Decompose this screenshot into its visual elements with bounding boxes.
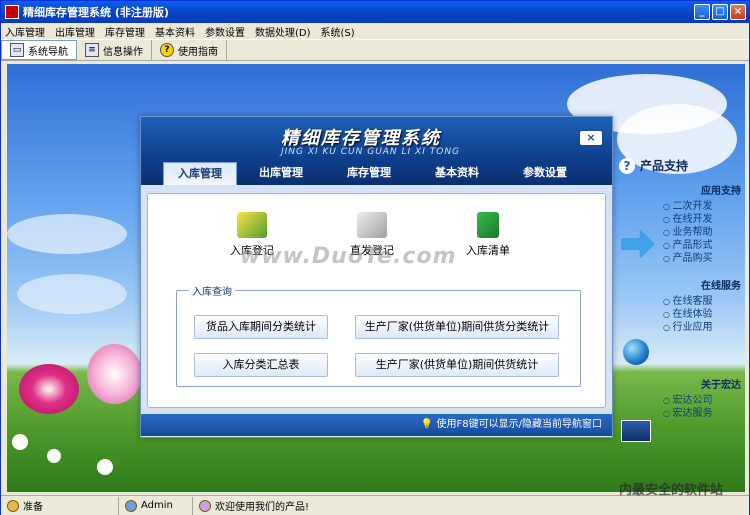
supplier-period-category-stats-button[interactable]: 生产厂家(供货单位)期间供货分类统计 xyxy=(355,315,559,339)
dialog-footer: 💡 使用F8键可以显示/隐藏当前导航窗口 xyxy=(141,414,612,436)
menu-basic-data[interactable]: 基本资料 xyxy=(155,24,195,39)
document-icon: ≡ xyxy=(85,43,99,57)
app-window: 精细库存管理系统 (非注册版) _ □ × 入库管理 出库管理 库存管理 基本资… xyxy=(0,0,750,515)
section-about: 关于宏达 xyxy=(701,380,741,391)
link-company[interactable]: 宏达公司 xyxy=(619,394,745,407)
menu-outbound[interactable]: 出库管理 xyxy=(55,24,95,39)
system-nav-label: 系统导航 xyxy=(28,46,68,58)
desktop-area: 精细库存管理系统 JING XI KU CUN GUAN LI XI TONG … xyxy=(7,64,745,492)
menu-parameters[interactable]: 参数设置 xyxy=(205,24,245,39)
maximize-button[interactable]: □ xyxy=(712,4,728,20)
dialog-header: 精细库存管理系统 JING XI KU CUN GUAN LI XI TONG … xyxy=(141,117,612,185)
status-user: Admin xyxy=(141,500,173,511)
link-industry-apps[interactable]: 行业应用 xyxy=(619,321,745,334)
user-guide-label: 使用指南 xyxy=(178,46,218,58)
lightbulb-icon: 💡 xyxy=(420,419,434,430)
brand-watermark: 内最安全的软件站 xyxy=(619,483,724,498)
status-message: 欢迎使用我们的产品! xyxy=(215,502,310,513)
user-icon xyxy=(125,499,137,512)
dialog-close-button[interactable]: × xyxy=(580,131,602,145)
inbound-list-label: 入库清单 xyxy=(466,244,510,257)
status-state: 准备 xyxy=(23,502,43,513)
inbound-query-group: 入库查询 货品入库期间分类统计 生产厂家(供货单位)期间供货分类统计 入库分类汇… xyxy=(176,283,581,387)
menu-inbound[interactable]: 入库管理 xyxy=(5,24,45,39)
status-message-panel: 欢迎使用我们的产品! xyxy=(193,497,315,515)
title-bar[interactable]: 精细库存管理系统 (非注册版) _ □ × xyxy=(1,1,749,23)
toolbar: ▭ 系统导航 ≡ 信息操作 ? 使用指南 xyxy=(1,39,749,61)
site-watermark: www.DuoTe.com xyxy=(240,244,457,269)
user-guide-button[interactable]: ? 使用指南 xyxy=(152,40,227,60)
laptop-icon xyxy=(621,420,651,442)
dialog-footer-text: 使用F8键可以显示/隐藏当前导航窗口 xyxy=(436,419,602,430)
info-ops-button[interactable]: ≡ 信息操作 xyxy=(77,40,152,60)
status-icon xyxy=(7,499,19,512)
product-support-panel: ? 产品支持 应用支持 二次开发 在线开发 业务帮助 产品形式 产品购买 在线服… xyxy=(619,157,745,420)
stamp-icon xyxy=(357,212,387,238)
window-title: 精细库存管理系统 (非注册版) xyxy=(23,6,169,19)
tab-parameters[interactable]: 参数设置 xyxy=(501,162,589,185)
dialog-body: 入库登记 直发登记 入库清单 www.DuoTe.com 入库查询 货品入库期间… xyxy=(147,193,606,408)
link-online-support[interactable]: 在线客服 xyxy=(619,295,745,308)
close-button[interactable]: × xyxy=(730,4,746,20)
supplier-period-stats-button[interactable]: 生产厂家(供货单位)期间供货统计 xyxy=(355,353,559,377)
inbound-list-button[interactable]: 入库清单 xyxy=(466,212,510,258)
monitor-icon: ▭ xyxy=(10,43,24,57)
system-nav-button[interactable]: ▭ 系统导航 xyxy=(1,40,77,60)
menu-system[interactable]: 系统(S) xyxy=(321,24,355,39)
section-online-service: 在线服务 xyxy=(701,281,741,292)
link-service[interactable]: 宏达服务 xyxy=(619,407,745,420)
people-icon xyxy=(199,499,211,512)
tab-outbound[interactable]: 出库管理 xyxy=(237,162,325,185)
menu-stock[interactable]: 库存管理 xyxy=(105,24,145,39)
link-online-dev[interactable]: 在线开发 xyxy=(619,213,745,226)
link-business-help[interactable]: 业务帮助 xyxy=(619,226,745,239)
status-bar: 准备 Admin 欢迎使用我们的产品! xyxy=(1,495,749,515)
section-app-support: 应用支持 xyxy=(701,186,741,197)
book-icon xyxy=(477,212,499,238)
tab-inbound[interactable]: 入库管理 xyxy=(163,162,237,185)
help-icon: ? xyxy=(160,43,174,57)
link-online-trial[interactable]: 在线体验 xyxy=(619,308,745,321)
inbound-query-label: 入库查询 xyxy=(189,283,235,298)
info-ops-label: 信息操作 xyxy=(103,46,143,58)
status-state-panel: 准备 xyxy=(1,496,119,515)
menu-data-processing[interactable]: 数据处理(D) xyxy=(255,24,311,39)
menu-bar: 入库管理 出库管理 库存管理 基本资料 参数设置 数据处理(D) 系统(S) xyxy=(1,23,749,39)
link-secondary-dev[interactable]: 二次开发 xyxy=(619,200,745,213)
minimize-button[interactable]: _ xyxy=(694,4,710,20)
navigation-dialog: 精细库存管理系统 JING XI KU CUN GUAN LI XI TONG … xyxy=(140,116,613,438)
tab-basic-data[interactable]: 基本资料 xyxy=(413,162,501,185)
link-product-purchase[interactable]: 产品购买 xyxy=(619,252,745,265)
question-icon: ? xyxy=(619,157,635,174)
dialog-tabs: 入库管理 出库管理 库存管理 基本资料 参数设置 xyxy=(141,162,612,185)
dialog-subtitle: JING XI KU CUN GUAN LI XI TONG xyxy=(281,147,461,157)
link-product-forms[interactable]: 产品形式 xyxy=(619,239,745,252)
status-user-panel: Admin xyxy=(119,496,193,515)
app-icon xyxy=(5,5,19,19)
pencil-paper-icon xyxy=(237,212,267,238)
tab-stock[interactable]: 库存管理 xyxy=(325,162,413,185)
inbound-category-summary-button[interactable]: 入库分类汇总表 xyxy=(194,353,328,377)
goods-inbound-period-stats-button[interactable]: 货品入库期间分类统计 xyxy=(194,315,328,339)
product-support-title: 产品支持 xyxy=(640,159,689,173)
